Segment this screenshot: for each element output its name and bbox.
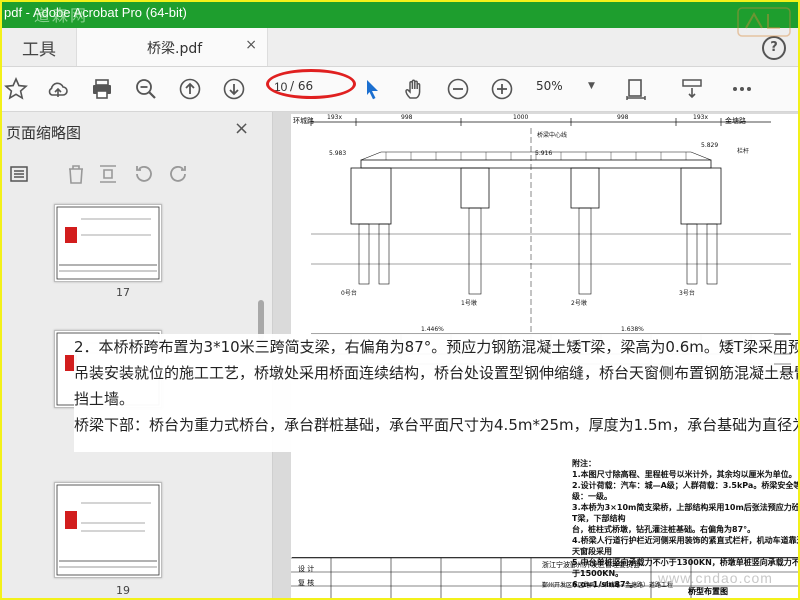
- window-title: pdf - Adobe Acrobat Pro (64-bit): [4, 5, 187, 20]
- title-block-role: 复 核: [298, 579, 315, 587]
- chevron-down-icon: ▼: [588, 81, 595, 91]
- dim-label: 193x: [327, 114, 343, 121]
- slope-label: 1.446%: [421, 326, 444, 333]
- more-options-icon[interactable]: [728, 75, 756, 103]
- bookmark-star-icon[interactable]: [2, 75, 30, 103]
- slope-label: 1.638%: [621, 326, 644, 333]
- note-item: 3.本桥为3×10m简支梁桥，上部结构采用10m后张法预应力砼矮T梁，下部结构: [572, 503, 800, 523]
- sidebar-close-icon[interactable]: ×: [234, 118, 249, 139]
- overlay-line: 挡土墙。: [74, 390, 135, 408]
- overlay-line: 吊装安装就位的施工工艺，桥墩处采用桥面连续结构，桥台处设置型钢伸缩缝，桥台天窗侧…: [74, 364, 800, 382]
- hand-tool-icon[interactable]: [400, 75, 428, 103]
- title-block-sheet: 桥型布置图: [688, 587, 728, 596]
- watermark-url: www.cndao.com: [658, 570, 773, 586]
- direction-right-label: 金塘路: [725, 117, 746, 125]
- zoom-out-magnifier-icon[interactable]: [132, 75, 160, 103]
- note-item: 台，桩柱式桥墩，钻孔灌注桩基础。右偏角为87°。: [572, 525, 756, 534]
- page-thumbnail-19[interactable]: [54, 482, 162, 578]
- overlay-line: 2．本桥桥跨布置为3*10米三跨简支梁，右偏角为87°。预应力钢筋混凝土矮T梁，…: [74, 338, 800, 356]
- zoom-value: 50%: [536, 79, 563, 93]
- rail-label: 栏杆: [737, 148, 750, 155]
- elevation-label: 5.916: [535, 150, 553, 157]
- bridge-centerline-label: 桥梁中心线: [537, 132, 568, 139]
- pier-label: 3号台: [679, 290, 695, 297]
- select-cursor-icon[interactable]: [358, 75, 386, 103]
- red-annotation-oval: [266, 69, 356, 99]
- sidebar-toolbar: [2, 156, 272, 190]
- tab-document-label: 桥梁.pdf: [147, 41, 203, 57]
- close-tab-icon[interactable]: ×: [245, 37, 257, 53]
- pier-label: 0号台: [341, 290, 357, 297]
- thumbnail-options-icon[interactable]: [6, 160, 34, 188]
- dim-label: 1000: [513, 114, 529, 121]
- sidebar-title: 页面缩略图: [6, 124, 82, 142]
- dim-label: 998: [617, 114, 629, 121]
- rotate-right-icon[interactable]: [164, 160, 192, 188]
- previous-page-icon[interactable]: [176, 75, 204, 103]
- zoom-in-icon[interactable]: [488, 75, 516, 103]
- delete-page-icon[interactable]: [62, 160, 90, 188]
- title-block-org: 浙江宁波鄞州开发区管理委员会: [542, 561, 640, 569]
- zoom-select[interactable]: 50% ▼: [536, 79, 596, 99]
- insert-page-icon[interactable]: [94, 160, 122, 188]
- watermark-logo: 道森网: [34, 6, 89, 25]
- elevation-label: 5.829: [701, 142, 719, 149]
- watermark-seal-icon: [734, 4, 794, 40]
- acrobat-window: pdf - Adobe Acrobat Pro (64-bit) 道森网 工具 …: [0, 0, 800, 600]
- page-thumbnail-17[interactable]: [54, 204, 162, 282]
- main-toolbar: / 66 50% ▼: [2, 67, 798, 112]
- title-block-role: 设 计: [298, 565, 315, 573]
- tab-document[interactable]: 桥梁.pdf ×: [76, 28, 268, 66]
- title-block-project: 鄞州开发区东区路网（环城路~金塘路）道路工程: [542, 582, 674, 589]
- thumbnail-drawing: [56, 206, 160, 280]
- scroll-mode-icon[interactable]: [678, 75, 706, 103]
- zoom-out-icon[interactable]: [444, 75, 472, 103]
- note-item: 4.桥梁人行道行护栏近河侧采用装饰的紧直式栏杆，机动车道靠近天窗段采用: [572, 536, 800, 556]
- overlay-line: 桥梁下部：桥台为重力式桥台，承台群桩基础，承台平面尺寸为4.5m*25m，厚度为…: [74, 416, 800, 434]
- pier-label: 2号墩: [571, 300, 587, 307]
- page-fit-icon[interactable]: [622, 75, 650, 103]
- cloud-upload-icon[interactable]: [44, 75, 72, 103]
- tab-bar: 工具 桥梁.pdf × ?: [2, 28, 798, 67]
- note-item: 2.设计荷载：汽车：城—A级；人群荷载：3.5kPa。桥梁安全等级：一级。: [572, 481, 800, 501]
- dim-label: 193x: [693, 114, 709, 121]
- overlay-description-text: 2．本桥桥跨布置为3*10米三跨简支梁，右偏角为87°。预应力钢筋混凝土矮T梁，…: [74, 334, 800, 452]
- thumbnail-drawing: [56, 484, 160, 576]
- elevation-label: 5.983: [329, 150, 347, 157]
- pier-label: 1号墩: [461, 300, 477, 307]
- notes-heading: 附注：: [572, 459, 596, 468]
- rotate-left-icon[interactable]: [130, 160, 158, 188]
- title-bar: pdf - Adobe Acrobat Pro (64-bit) 道森网: [2, 2, 798, 28]
- tab-tools[interactable]: 工具: [2, 28, 76, 66]
- note-item: 1.本图尺寸除高程、里程桩号以米计外，其余均以厘米为单位。: [572, 470, 797, 479]
- thumbnail-number: 19: [116, 584, 130, 597]
- next-page-icon[interactable]: [220, 75, 248, 103]
- print-icon[interactable]: [88, 75, 116, 103]
- dim-label: 998: [401, 114, 413, 121]
- direction-left-label: 环城路: [293, 117, 314, 125]
- thumbnail-number: 17: [116, 286, 130, 299]
